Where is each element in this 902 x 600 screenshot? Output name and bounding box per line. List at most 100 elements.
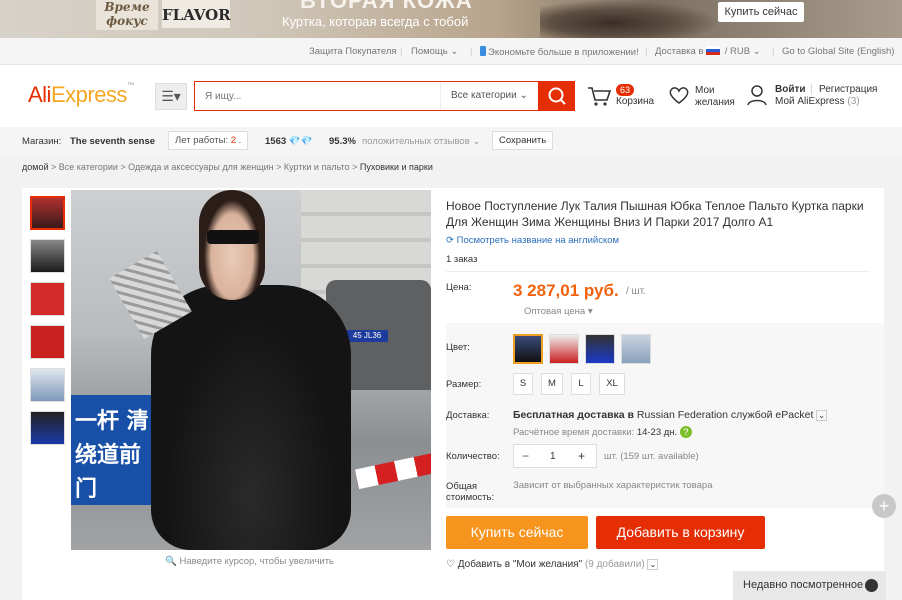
color-swatch-black[interactable] bbox=[513, 334, 543, 364]
phone-icon bbox=[480, 46, 486, 56]
thumbnail-list bbox=[30, 196, 65, 454]
qty-increment-button[interactable]: + bbox=[578, 449, 585, 463]
store-name-link[interactable]: The seventh sense bbox=[70, 136, 155, 147]
banner-buy-button[interactable]: Купить сейчас bbox=[718, 2, 804, 22]
help-icon[interactable]: ? bbox=[679, 426, 692, 438]
size-option-xl[interactable]: XL bbox=[599, 373, 625, 395]
thumbnail[interactable] bbox=[30, 196, 65, 230]
total-value: Зависит от выбранных характеристик товар… bbox=[513, 480, 713, 491]
save-store-button[interactable]: Сохранить bbox=[492, 131, 554, 150]
chevron-down-icon: ⌄ bbox=[816, 410, 827, 421]
price-label: Цена: bbox=[446, 282, 472, 293]
expand-plus-button[interactable]: + bbox=[872, 494, 896, 518]
total-label: Общая стоимость: bbox=[446, 481, 495, 503]
thumbnail[interactable] bbox=[30, 282, 65, 316]
positive-feedback-pct: 95.3% bbox=[329, 136, 356, 147]
size-option-m[interactable]: M bbox=[541, 373, 563, 395]
color-swatch-red[interactable] bbox=[549, 334, 579, 364]
magnifier-icon: 🔍 bbox=[165, 556, 177, 567]
buyer-protection-link[interactable]: Защита Покупателя bbox=[309, 46, 397, 57]
store-years: Лет работы: 2 . bbox=[168, 131, 249, 150]
product-price: 3 287,01 руб. bbox=[513, 281, 619, 300]
search-icon bbox=[548, 87, 566, 105]
promo-banner[interactable]: Време фокус FLAVOR ВТОРАЯ КОЖА Куртка, ко… bbox=[0, 0, 902, 38]
banner-flavor-logo: FLAVOR bbox=[162, 0, 231, 28]
thumbnail[interactable] bbox=[30, 325, 65, 359]
separator: | bbox=[645, 46, 648, 57]
heart-icon bbox=[669, 87, 689, 104]
help-menu[interactable]: Помощь ⌄ bbox=[411, 46, 458, 57]
street-sign: 一杆 清绕道前门 bbox=[71, 395, 156, 505]
size-label: Размер: bbox=[446, 379, 482, 390]
color-label: Цвет: bbox=[446, 342, 470, 353]
my-aliexpress-link[interactable]: Мой AliExpress (3) bbox=[775, 96, 860, 108]
account-area: Войти | Регистрация Мой AliExpress (3) bbox=[746, 84, 896, 112]
app-promo-link[interactable]: Экономьте больше в приложении! bbox=[480, 46, 639, 58]
top-utility-bar: Защита Покупателя | Помощь ⌄ | Экономьте… bbox=[0, 38, 902, 65]
breadcrumb-home[interactable]: домой bbox=[22, 162, 48, 172]
register-link[interactable]: Регистрация bbox=[819, 84, 877, 96]
chevron-up-icon bbox=[865, 579, 878, 592]
orders-count: 1 заказ bbox=[446, 254, 478, 265]
category-select[interactable]: Все категории ⌄ bbox=[440, 82, 539, 110]
thumbnail[interactable] bbox=[30, 368, 65, 402]
recently-viewed-tab[interactable]: Недавно посмотренное bbox=[733, 571, 886, 600]
cart-icon bbox=[588, 87, 612, 106]
main-product-image[interactable]: 45 JL36 一杆 清绕道前门 bbox=[71, 190, 431, 550]
add-to-wishlist-link[interactable]: ♡ Добавить в "Мои желания" (9 добавили) … bbox=[446, 559, 659, 570]
zoom-hint: 🔍 Наведите курсор, чтобы увеличить bbox=[165, 556, 335, 567]
qty-value[interactable]: 1 bbox=[550, 451, 556, 462]
color-swatch-lightblue[interactable] bbox=[621, 334, 651, 364]
breadcrumb-jackets[interactable]: Куртки и пальто bbox=[284, 162, 350, 172]
chevron-down-icon: ⌄ bbox=[647, 559, 659, 570]
wishlist-link[interactable]: Мои желания bbox=[668, 85, 738, 111]
add-to-cart-button[interactable]: Добавить в корзину bbox=[596, 516, 765, 549]
separator: | bbox=[470, 46, 473, 57]
qty-available: шт. (159 шт. available) bbox=[604, 451, 699, 462]
banner-headline: ВТОРАЯ КОЖА bbox=[300, 0, 473, 13]
breadcrumb-current: Пуховики и парки bbox=[359, 162, 433, 172]
quantity-stepper: − 1 + bbox=[513, 444, 597, 468]
banner-subline: Куртка, которая всегда с тобой bbox=[282, 14, 469, 29]
search-input[interactable] bbox=[195, 82, 435, 110]
breadcrumb-all-categories[interactable]: Все категории bbox=[59, 162, 118, 172]
login-link[interactable]: Войти bbox=[775, 84, 806, 96]
category-menu-button[interactable]: ☰▾ bbox=[155, 83, 187, 110]
store-bar: Магазин: The seventh sense Лет работы: 2… bbox=[0, 127, 902, 155]
product-panel: 45 JL36 一杆 清绕道前门 🔍 Наведите курсор, чтоб… bbox=[22, 188, 884, 600]
positive-feedback-label[interactable]: положительных отзывов ⌄ bbox=[362, 136, 480, 147]
store-rating-points: 1563 💎💎 bbox=[265, 136, 313, 147]
separator: | bbox=[400, 46, 403, 57]
separator: | bbox=[772, 46, 775, 57]
breadcrumb: домой > Все категории > Одежда и аксессу… bbox=[22, 162, 433, 172]
shipping-method[interactable]: Бесплатная доставка в Russian Federation… bbox=[513, 409, 827, 421]
thumbnail[interactable] bbox=[30, 411, 65, 445]
wholesale-price-toggle[interactable]: Оптовая цена ▾ bbox=[524, 306, 593, 317]
divider bbox=[446, 271, 870, 272]
size-option-l[interactable]: L bbox=[571, 373, 591, 395]
cart-link[interactable]: 63 Корзина bbox=[586, 84, 654, 110]
user-icon bbox=[747, 85, 767, 106]
buy-now-button[interactable]: Купить сейчас bbox=[446, 516, 588, 549]
quantity-label: Количество: bbox=[446, 451, 500, 462]
translate-title-link[interactable]: ⟳ Посмотреть название на английском bbox=[446, 235, 619, 246]
thumbnail[interactable] bbox=[30, 239, 65, 273]
search-button[interactable] bbox=[539, 81, 575, 111]
banner-model-image bbox=[540, 0, 720, 38]
store-label: Магазин: bbox=[22, 136, 62, 147]
price-unit: / шт. bbox=[626, 286, 646, 297]
breadcrumb-womens[interactable]: Одежда и аксессуары для женщин bbox=[128, 162, 273, 172]
separator: | bbox=[810, 84, 813, 95]
ship-to-selector[interactable]: Доставка в / RUB ⌄ bbox=[655, 46, 761, 57]
color-swatch-blue[interactable] bbox=[585, 334, 615, 364]
qty-decrement-button[interactable]: − bbox=[522, 449, 529, 463]
cart-label: Корзина bbox=[616, 96, 655, 107]
aliexpress-logo[interactable]: AliExpress™ bbox=[28, 82, 134, 108]
search-box: Все категории ⌄ bbox=[194, 81, 539, 111]
global-site-link[interactable]: Go to Global Site (English) bbox=[782, 46, 894, 57]
product-title: Новое Поступление Лук Талия Пышная Юбка … bbox=[446, 199, 864, 229]
car-plate: 45 JL36 bbox=[346, 330, 388, 342]
cart-count-badge: 63 bbox=[616, 84, 635, 96]
size-option-s[interactable]: S bbox=[513, 373, 533, 395]
delivery-time: Расчётное время доставки: 14-23 дн. ? bbox=[513, 426, 692, 438]
